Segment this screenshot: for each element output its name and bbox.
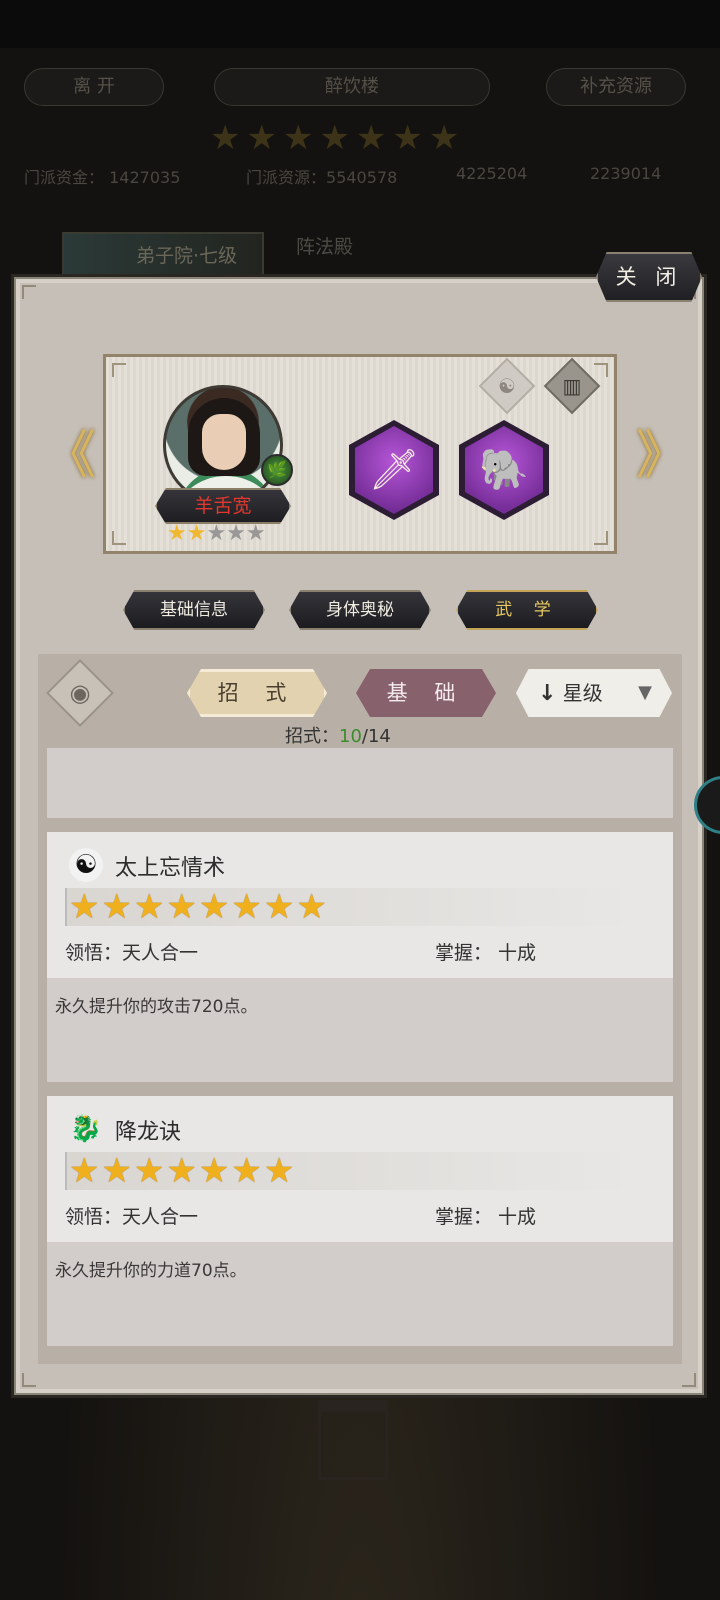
leave-button[interactable]: 离 开 <box>24 68 164 106</box>
moves-count: 招式：10/14 <box>285 726 391 747</box>
replenish-button[interactable]: 补充资源 <box>546 68 686 106</box>
character-name: 羊舌宽 <box>155 488 291 524</box>
building-decoration <box>318 1400 388 1480</box>
skill-description: 永久提升你的力道70点。 <box>55 1261 247 1281</box>
character-stars: ★★★★★ <box>167 521 266 546</box>
skill-mastery: 掌握： 十成 <box>435 942 537 964</box>
close-button[interactable]: 关 闭 <box>596 252 702 302</box>
skill-stars: ★★★★★★★ <box>65 1152 637 1190</box>
skill-card[interactable]: 🐉 降龙诀 ★★★★★★★ 领悟：天人合一 掌握： 十成 永久提升你的力道70点… <box>47 1096 673 1346</box>
sort-label: 星级 <box>562 681 603 705</box>
tab-martial-arts[interactable]: 武 学 <box>456 590 598 630</box>
skill-description: 永久提升你的攻击720点。 <box>55 997 258 1017</box>
character-portrait[interactable] <box>163 385 283 505</box>
building-tab-2[interactable]: 阵法殿 <box>296 232 353 259</box>
dragon-icon: 🐉 <box>69 1114 103 1144</box>
skills-list[interactable]: 使剑为武器时，攻击永久提升790点 ☯ 太上忘情术 ★★★★★★★★ 领悟：天人… <box>47 748 673 1354</box>
card-corner <box>112 531 126 545</box>
panel-corner <box>682 1373 696 1387</box>
character-stars-empty: ★★★ <box>206 521 266 546</box>
tab-body-mystery[interactable]: 身体奥秘 <box>289 590 431 630</box>
card-corner <box>594 531 608 545</box>
skill-name: 降龙诀 <box>115 1120 182 1145</box>
chevron-down-icon: ▼ <box>638 682 652 703</box>
skill-card[interactable]: ☯ 太上忘情术 ★★★★★★★★ 领悟：天人合一 掌握： 十成 永久提升你的攻击… <box>47 832 673 1082</box>
eye-icon: ◉ <box>69 679 91 707</box>
next-character-arrow-icon[interactable]: 》 <box>636 428 688 484</box>
resource-4: 2239014 <box>590 164 662 183</box>
tab-basic-info[interactable]: 基础信息 <box>123 590 265 630</box>
skill-mastery: 掌握： 十成 <box>435 1206 537 1228</box>
resource-3: 4225204 <box>456 164 528 183</box>
tab-moves[interactable]: 招 式 <box>187 669 327 717</box>
skill-comprehension: 领悟：天人合一 <box>65 942 199 964</box>
card-corner <box>594 363 608 377</box>
tab-basic[interactable]: 基 础 <box>356 669 496 717</box>
building-tile[interactable]: 弟子院·七级 <box>62 232 264 280</box>
skill-card[interactable]: 使剑为武器时，攻击永久提升790点 <box>47 748 673 818</box>
sword-icon: 🗡 <box>355 426 433 514</box>
elephant-mount-icon: 🐘 <box>465 426 543 514</box>
element-badge-icon: 🌿 <box>261 454 293 486</box>
panel-corner <box>22 1373 36 1387</box>
prev-character-arrow-icon[interactable]: 《 <box>44 428 96 484</box>
card-corner <box>112 363 126 377</box>
panel-corner <box>22 285 36 299</box>
sort-arrow-icon: ↓ <box>538 681 557 706</box>
skill-name: 太上忘情术 <box>115 856 226 881</box>
sect-funds: 门派资金： 1427035 <box>24 168 181 187</box>
skill-stars: ★★★★★★★★ <box>65 888 637 926</box>
location-title: 醉饮楼 <box>214 68 490 106</box>
sort-dropdown[interactable]: ↓ 星级 ▼ <box>516 669 672 717</box>
portrait-face <box>202 414 246 470</box>
taiji-icon: ☯ <box>69 848 103 882</box>
sect-resources: 门派资源：5540578 <box>246 168 398 187</box>
status-bar <box>0 0 720 48</box>
skill-comprehension: 领悟：天人合一 <box>65 1206 199 1228</box>
skill-description: 使剑为武器时，攻击永久提升790点 <box>47 748 673 818</box>
character-stars-filled: ★★ <box>167 521 207 546</box>
location-stars: ★★★★★★★ <box>210 118 466 158</box>
